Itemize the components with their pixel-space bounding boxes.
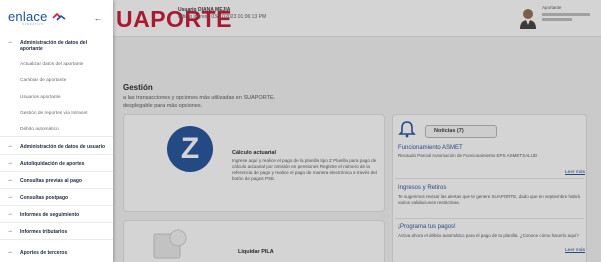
arrow-right-icon: → [7,143,13,149]
menu-item-informes-seguimiento[interactable]: → Informes de seguimiento [0,206,113,223]
menu-item-consultas-postpago[interactable]: → Consultas postpago [0,189,113,206]
arrow-right-icon: → [7,211,13,217]
drawer-header: enlace OPERATIVO ← [0,0,113,34]
arrow-left-icon[interactable]: ← [91,11,105,25]
side-drawer: enlace OPERATIVO ← → Administración de d… [0,0,113,262]
menu-item-label: Consultas postpago [20,195,69,201]
menu-item-label: Autoliquidación de aportes [20,161,85,167]
submenu-item-debito[interactable]: Débito automático [0,124,113,137]
enlace-logo[interactable]: enlace [8,9,48,24]
arrow-right-icon: → [7,39,13,45]
menu-item-label: Informes de seguimiento [20,212,80,218]
arrow-right-icon: → [7,228,13,234]
submenu-item-label: Cambiar de aportante [20,78,67,83]
menu-item-label: Informes tributarios [20,229,68,235]
menu-item-label: Consultas previas al pago [20,178,82,184]
enlace-logo-mark-icon [52,12,66,21]
menu-item-informes-tributarios[interactable]: → Informes tributarios [0,223,113,240]
submenu-item-label: Gestión de reportes vía Intranet [20,111,88,116]
menu-item-label: Administración de datos del aportante [20,40,87,52]
arrow-right-icon: → [7,177,13,183]
arrow-right-icon: → [7,160,13,166]
menu-item-aportes-terceros[interactable]: → Aportes de terceros [0,240,113,262]
submenu-item-cambiar[interactable]: Cambiar de aportante [0,75,113,88]
menu-item-label: Aportes de terceros [20,250,68,256]
menu-item-admin-usuario[interactable]: → Administración de datos de usuario [0,138,113,155]
menu-item-admin-aportante[interactable]: → Administración de datos del aportante [0,34,113,58]
menu-item-label: Administración de datos de usuario [20,144,106,150]
submenu-item-actualizar[interactable]: Actualizar datos del aportante [0,59,113,72]
submenu-item-reportes[interactable]: Gestión de reportes vía Intranet [0,108,113,121]
arrow-right-icon: → [7,249,13,255]
submenu-item-label: Débito automático [20,127,59,132]
arrow-right-icon: → [7,194,13,200]
submenu-item-label: Usuarios aportante [20,95,61,100]
menu-item-autoliquidacion[interactable]: → Autoliquidación de aportes [0,155,113,172]
submenu-item-label: Actualizar datos del aportante [20,62,84,67]
submenu-item-usuarios[interactable]: Usuarios aportante [0,92,113,105]
logo-subtitle: OPERATIVO [22,23,45,26]
menu-item-consultas-previas[interactable]: → Consultas previas al pago [0,172,113,189]
